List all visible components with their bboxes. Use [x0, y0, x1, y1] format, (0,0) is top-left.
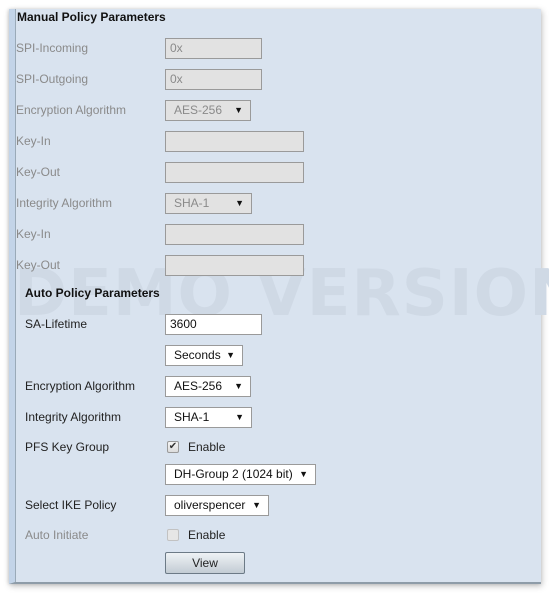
auto-integrity-label: Integrity Algorithm	[25, 410, 122, 424]
ike-policy-select[interactable]: oliverspencer ▼	[165, 495, 269, 516]
manual-int-key-in-label: Key-In	[16, 227, 51, 241]
auto-section-title: Auto Policy Parameters	[25, 286, 160, 300]
pfs-enable-checkbox[interactable]: ✔	[167, 441, 179, 453]
dropdown-arrow-icon: ▼	[299, 469, 308, 479]
view-button[interactable]: View	[165, 552, 245, 574]
dh-group-value: DH-Group 2 (1024 bit)	[174, 467, 293, 481]
manual-encryption-select[interactable]: AES-256 ▼	[165, 100, 251, 121]
auto-initiate-checkbox[interactable]	[167, 529, 179, 541]
auto-encryption-label: Encryption Algorithm	[25, 379, 136, 393]
auto-encryption-select[interactable]: AES-256 ▼	[165, 376, 251, 397]
auto-integrity-value: SHA-1	[174, 410, 210, 424]
dropdown-arrow-icon: ▼	[234, 381, 243, 391]
manual-enc-key-in-label: Key-In	[16, 134, 51, 148]
manual-integrity-select[interactable]: SHA-1 ▼	[165, 193, 252, 214]
pfs-enable-label: Enable	[188, 440, 226, 454]
auto-initiate-label: Auto Initiate	[25, 528, 89, 542]
dropdown-arrow-icon: ▼	[226, 350, 235, 360]
ike-policy-label: Select IKE Policy	[25, 498, 117, 512]
spi-outgoing-input[interactable]: 0x	[165, 69, 262, 90]
pfs-key-group-label: PFS Key Group	[25, 440, 110, 454]
auto-encryption-value: AES-256	[174, 379, 223, 393]
auto-initiate-enable-label: Enable	[188, 528, 226, 542]
manual-enc-key-out-input[interactable]	[165, 162, 304, 183]
dropdown-arrow-icon: ▼	[235, 198, 244, 208]
manual-enc-key-out-label: Key-Out	[16, 165, 61, 179]
dh-group-select[interactable]: DH-Group 2 (1024 bit) ▼	[165, 464, 316, 485]
manual-enc-key-in-input[interactable]	[165, 131, 304, 152]
auto-integrity-select[interactable]: SHA-1 ▼	[165, 407, 252, 428]
manual-encryption-label: Encryption Algorithm	[16, 103, 127, 117]
dropdown-arrow-icon: ▼	[252, 500, 261, 510]
sa-lifetime-unit-value: Seconds	[174, 348, 221, 362]
manual-int-key-out-input[interactable]	[165, 255, 304, 276]
sa-lifetime-input[interactable]: 3600	[165, 314, 262, 335]
manual-section-title: Manual Policy Parameters	[17, 10, 166, 24]
dropdown-arrow-icon: ▼	[235, 412, 244, 422]
manual-integrity-value: SHA-1	[174, 196, 210, 210]
manual-int-key-out-label: Key-Out	[16, 258, 61, 272]
spi-incoming-label: SPI-Incoming	[16, 41, 89, 55]
dropdown-arrow-icon: ▼	[234, 105, 243, 115]
manual-int-key-in-input[interactable]	[165, 224, 304, 245]
sa-lifetime-label: SA-Lifetime	[25, 317, 88, 331]
manual-integrity-label: Integrity Algorithm	[16, 196, 113, 210]
sa-lifetime-unit-select[interactable]: Seconds ▼	[165, 345, 243, 366]
ike-policy-value: oliverspencer	[174, 498, 246, 512]
manual-encryption-value: AES-256	[174, 103, 223, 117]
checkmark-icon: ✔	[168, 441, 178, 452]
spi-incoming-input[interactable]: 0x	[165, 38, 262, 59]
spi-outgoing-label: SPI-Outgoing	[16, 72, 89, 86]
